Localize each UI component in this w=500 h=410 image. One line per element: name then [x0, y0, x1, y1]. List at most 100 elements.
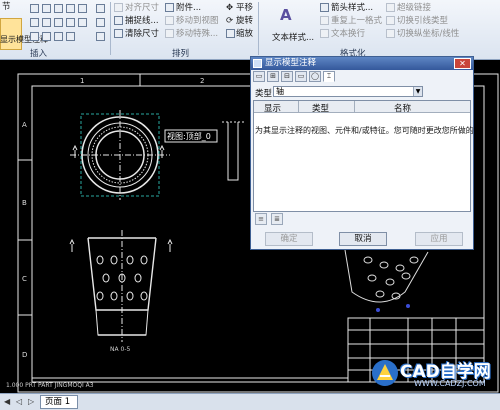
move-to-view-icon — [165, 16, 174, 25]
zone-label-col-1: 1 — [80, 77, 85, 85]
insert-icon-3[interactable] — [54, 4, 63, 13]
isometric-view — [344, 249, 429, 303]
dialog-app-icon — [253, 59, 262, 68]
insert-icon-14[interactable] — [42, 32, 51, 41]
arrange-group-label: 排列 — [172, 49, 190, 59]
ok-button[interactable]: 确定 — [265, 232, 313, 246]
type-label: 类型 — [255, 89, 273, 99]
pan-icon: ✥ — [226, 3, 234, 13]
insert-icon-2[interactable] — [42, 4, 51, 13]
text-wrap-button[interactable]: 文本换行 — [331, 29, 365, 39]
text-style-button[interactable]: 文本样式... — [272, 33, 314, 43]
type-select-value: 轴 — [276, 87, 284, 96]
insert-icon-9[interactable] — [54, 18, 63, 27]
tab-dimension-icon[interactable]: ▭ — [253, 71, 265, 82]
insert-icon-11[interactable] — [78, 18, 87, 27]
selection-hint: 为其显示注释的视图、元件和/或特征。您可随时更改您所做的 — [255, 126, 474, 135]
tab-gtol-icon[interactable]: ⊞ — [267, 71, 279, 82]
move-to-view-button[interactable]: 移动到视图 — [176, 16, 219, 26]
watermark-logo-icon — [372, 360, 398, 386]
view-label: 视图:顶部_0 — [167, 132, 211, 141]
column-show[interactable]: 显示 — [264, 102, 281, 114]
deselect-all-icon[interactable]: ≣ — [271, 213, 283, 225]
insert-icon-15[interactable] — [54, 32, 63, 41]
cancel-button[interactable]: 取消 — [339, 232, 387, 246]
clear-size-button[interactable]: 清除尺寸 — [125, 29, 159, 39]
scale-icon — [226, 29, 235, 38]
ribbon-divider — [258, 2, 259, 55]
insert-icon-6[interactable] — [96, 4, 105, 13]
insert-icon-13[interactable] — [30, 32, 39, 41]
zone-label-row-c: C — [22, 275, 27, 283]
ribbon-cut-label: 节 — [2, 2, 11, 12]
snap-line-button[interactable]: 捕捉线... — [125, 16, 159, 26]
chevron-down-icon[interactable]: ▼ — [413, 87, 422, 96]
tab-note-icon[interactable]: ⊟ — [281, 71, 293, 82]
select-all-icon[interactable]: ≡ — [255, 213, 267, 225]
insert-icon-5[interactable] — [78, 4, 87, 13]
prev-sheet-icon[interactable]: ◁ — [16, 397, 22, 406]
insert-icon-7[interactable] — [30, 18, 39, 27]
move-special-icon — [165, 29, 174, 38]
type-select[interactable]: 轴 ▼ — [273, 86, 423, 97]
toggle-ordinate-icon — [386, 29, 395, 38]
zone-label-row-a: A — [22, 121, 27, 129]
move-special-button[interactable]: 移动特殊... — [176, 29, 218, 39]
repeat-format-button[interactable]: 重复上一格式 — [331, 16, 382, 26]
show-model-annotation-label: 显示模型注释 — [0, 35, 48, 44]
show-model-annotation-button[interactable] — [0, 18, 22, 50]
list-header: 显示 类型 名称 — [254, 101, 470, 114]
insert-icon-4[interactable] — [66, 4, 75, 13]
attach-button[interactable]: 附件... — [176, 3, 201, 13]
side-view-partial — [227, 122, 239, 181]
column-divider — [354, 101, 355, 113]
snap-line-icon — [114, 16, 123, 25]
clear-size-icon — [114, 29, 123, 38]
hyperlink-button[interactable]: 超级链接 — [397, 3, 431, 13]
watermark: CAD自学网 WWW.CADZJ.COM — [370, 356, 498, 392]
watermark-url: WWW.CADZJ.COM — [414, 379, 486, 388]
column-divider — [298, 101, 299, 113]
zone-label-col-2: 2 — [200, 77, 205, 85]
zone-label-row-d: D — [22, 351, 28, 359]
tab-datum-icon[interactable]: ⌶ — [323, 71, 335, 82]
sheet-tab-1[interactable]: 页面 1 — [40, 395, 78, 409]
toggle-ordinate-button[interactable]: 切换纵坐标/线性 — [397, 29, 459, 39]
show-model-annotation-dialog: 显示模型注释 ✕ ▭ ⊞ ⊟ ▭ ◯ ⌶ 类型 轴 ▼ 显示 类型 名称 为其显… — [250, 56, 474, 250]
tab-surface-finish-icon[interactable]: ▭ — [295, 71, 307, 82]
apply-button[interactable]: 应用 — [415, 232, 463, 246]
section-arrow-left — [72, 144, 78, 158]
drawing-bottom-info: 1.000 PRT PART JINGMOQI A3 — [6, 382, 94, 389]
insert-icon-10[interactable] — [66, 18, 75, 27]
rotate-icon: ⟳ — [226, 16, 234, 26]
align-size-icon — [114, 3, 123, 12]
column-type[interactable]: 类型 — [312, 102, 329, 114]
text-style-icon: A — [280, 6, 292, 24]
pan-button[interactable]: 平移 — [236, 3, 253, 13]
text-wrap-icon — [320, 29, 329, 38]
zone-label-row-b: B — [22, 199, 27, 207]
insert-icon-12[interactable] — [96, 18, 105, 27]
next-sheet-icon[interactable]: ▷ — [28, 397, 34, 406]
rotate-button[interactable]: 旋转 — [236, 16, 253, 26]
section-arrow-right — [159, 144, 165, 158]
insert-icon-1[interactable] — [30, 4, 39, 13]
toggle-line-type-icon — [386, 16, 395, 25]
arrow-style-button[interactable]: 箭头样式... — [331, 3, 373, 13]
insert-icon-16[interactable] — [66, 32, 75, 41]
insert-icon-17[interactable] — [96, 32, 105, 41]
first-sheet-icon[interactable]: ◀ — [4, 397, 10, 406]
column-name[interactable]: 名称 — [394, 102, 411, 114]
insert-icon-8[interactable] — [42, 18, 51, 27]
tab-symbol-icon[interactable]: ◯ — [309, 71, 321, 82]
toggle-line-type-button[interactable]: 切换引线类型 — [397, 16, 448, 26]
align-size-button[interactable]: 对齐尺寸 — [125, 3, 159, 13]
scale-button[interactable]: 缩放 — [236, 29, 253, 39]
ribbon-divider — [110, 2, 111, 55]
ribbon: 节 显示模型注释 插入 对齐尺寸 捕捉线... 清除尺寸 附件... 移动到视图… — [0, 0, 500, 60]
annotation-list[interactable]: 显示 类型 名称 为其显示注释的视图、元件和/或特征。您可随时更改您所做的 — [253, 100, 474, 212]
close-button[interactable]: ✕ — [454, 58, 471, 69]
attach-icon — [165, 3, 174, 12]
dialog-titlebar[interactable]: 显示模型注释 ✕ — [251, 57, 473, 70]
front-view — [87, 230, 157, 342]
